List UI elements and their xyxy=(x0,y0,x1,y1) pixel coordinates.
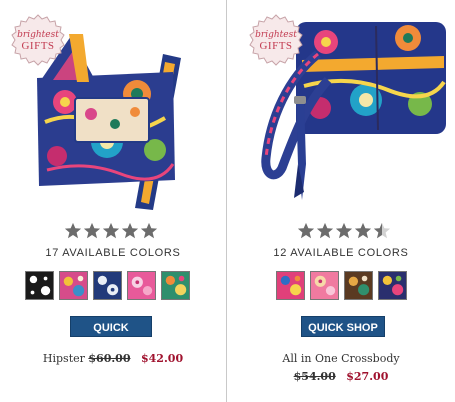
brightest-gifts-badge: brightest GIFTS xyxy=(248,13,304,69)
star-icon xyxy=(121,222,139,239)
color-swatch-3[interactable] xyxy=(93,271,122,300)
star-icon xyxy=(64,222,82,239)
quick-shop-button[interactable]: QUICK SHOP xyxy=(301,316,385,337)
color-swatch-4[interactable] xyxy=(127,271,156,300)
star-icon xyxy=(335,222,353,239)
original-price: $60.00 xyxy=(88,352,131,365)
color-swatch-2[interactable] xyxy=(310,271,339,300)
color-swatch-1[interactable] xyxy=(25,271,54,300)
star-half-icon xyxy=(373,222,391,239)
rating-stars xyxy=(297,222,391,240)
star-icon xyxy=(297,222,315,239)
color-swatch-4[interactable] xyxy=(378,271,407,300)
quick-shop-button[interactable]: QUICK SHOP xyxy=(70,316,152,355)
star-icon xyxy=(140,222,158,239)
star-icon xyxy=(102,222,120,239)
color-swatches xyxy=(25,271,190,300)
color-swatch-5[interactable] xyxy=(161,271,190,300)
badge-line-2: GIFTS xyxy=(259,40,293,52)
color-swatch-1[interactable] xyxy=(276,271,305,300)
brightest-gifts-badge: brightest GIFTS xyxy=(10,13,66,69)
rating-stars xyxy=(64,222,158,240)
product-card-all-in-one-crossbody[interactable]: brightest GIFTS 12 AVAILABLE COLORS QUIC… xyxy=(228,0,454,402)
product-name-price: Hipster $60.00 $42.00 xyxy=(0,352,226,365)
product-card-hipster[interactable]: brightest GIFTS 17 AVAILABLE COLORS QUIC… xyxy=(0,0,226,402)
star-icon xyxy=(354,222,372,239)
badge-line-1: brightest xyxy=(17,30,59,40)
product-name[interactable]: Hipster xyxy=(43,352,85,365)
color-swatch-3[interactable] xyxy=(344,271,373,300)
available-colors-count: 17 AVAILABLE COLORS xyxy=(45,247,181,259)
color-swatches xyxy=(276,271,407,300)
product-divider xyxy=(226,0,227,402)
badge-line-2: GIFTS xyxy=(21,40,55,52)
product-price-row: $54.00 $27.00 xyxy=(228,370,454,383)
badge-line-1: brightest xyxy=(255,30,297,40)
product-name[interactable]: All in One Crossbody xyxy=(228,352,454,365)
star-icon xyxy=(316,222,334,239)
original-price: $54.00 xyxy=(293,370,336,383)
available-colors-count: 12 AVAILABLE COLORS xyxy=(273,247,409,259)
color-swatch-2[interactable] xyxy=(59,271,88,300)
sale-price: $27.00 xyxy=(346,370,389,383)
sale-price: $42.00 xyxy=(141,352,184,365)
star-icon xyxy=(83,222,101,239)
